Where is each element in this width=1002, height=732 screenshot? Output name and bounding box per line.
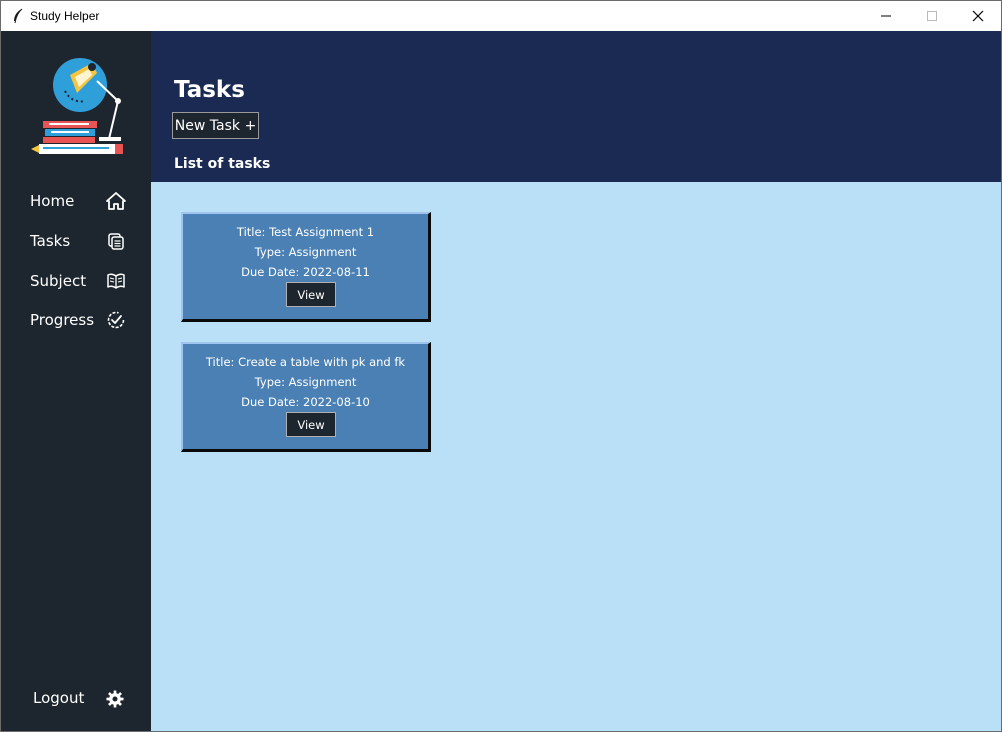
book-icon — [107, 273, 125, 289]
task-due-date: Due Date: 2022-08-10 — [241, 395, 370, 409]
tasks-icon — [108, 233, 124, 250]
maximize-icon — [927, 11, 937, 21]
view-button[interactable]: View — [286, 282, 336, 307]
sidebar-item-tasks[interactable]: Tasks — [1, 223, 151, 259]
close-button[interactable] — [955, 1, 1001, 31]
minimize-button[interactable] — [863, 1, 909, 31]
home-icon — [106, 192, 126, 210]
page-header: Tasks New Task + List of tasks — [151, 31, 1001, 182]
page-title: Tasks — [174, 77, 245, 103]
sidebar-item-label: Progress — [30, 311, 95, 329]
logout-label: Logout — [33, 689, 85, 707]
sidebar-item-label: Tasks — [30, 232, 71, 250]
feather-icon — [14, 8, 23, 24]
sidebar-item-progress[interactable]: Progress — [1, 302, 151, 338]
app-window: Study Helper Home Tasks Subject Progress… — [0, 0, 1002, 732]
task-card: Title: Create a table with pk and fk Typ… — [181, 342, 431, 452]
sidebar-item-label: Subject — [30, 272, 87, 290]
sidebar-item-label: Home — [30, 192, 75, 210]
task-due-date: Due Date: 2022-08-11 — [241, 265, 370, 279]
task-type: Type: Assignment — [254, 245, 357, 259]
view-button[interactable]: View — [286, 412, 336, 437]
task-card: Title: Test Assignment 1 Type: Assignmen… — [181, 212, 431, 322]
task-list: Title: Test Assignment 1 Type: Assignmen… — [151, 182, 1001, 731]
logout-button[interactable]: Logout — [1, 679, 151, 715]
list-heading: List of tasks — [174, 156, 271, 172]
task-title: Title: Create a table with pk and fk — [205, 355, 406, 369]
gear-icon — [106, 690, 124, 708]
title-bar: Study Helper — [1, 1, 1001, 31]
task-type: Type: Assignment — [254, 375, 357, 389]
task-title: Title: Test Assignment 1 — [236, 225, 375, 239]
sidebar-item-home[interactable]: Home — [1, 183, 151, 219]
progress-check-icon — [107, 311, 125, 329]
new-task-button[interactable]: New Task + — [172, 112, 259, 139]
study-logo-icon — [31, 58, 123, 154]
sidebar: Home Tasks Subject Progress Logout — [1, 31, 151, 731]
maximize-button[interactable] — [909, 1, 955, 31]
window-title: Study Helper — [30, 9, 100, 23]
minimize-icon — [881, 15, 891, 17]
sidebar-item-subject[interactable]: Subject — [1, 263, 151, 299]
close-icon — [972, 10, 984, 22]
